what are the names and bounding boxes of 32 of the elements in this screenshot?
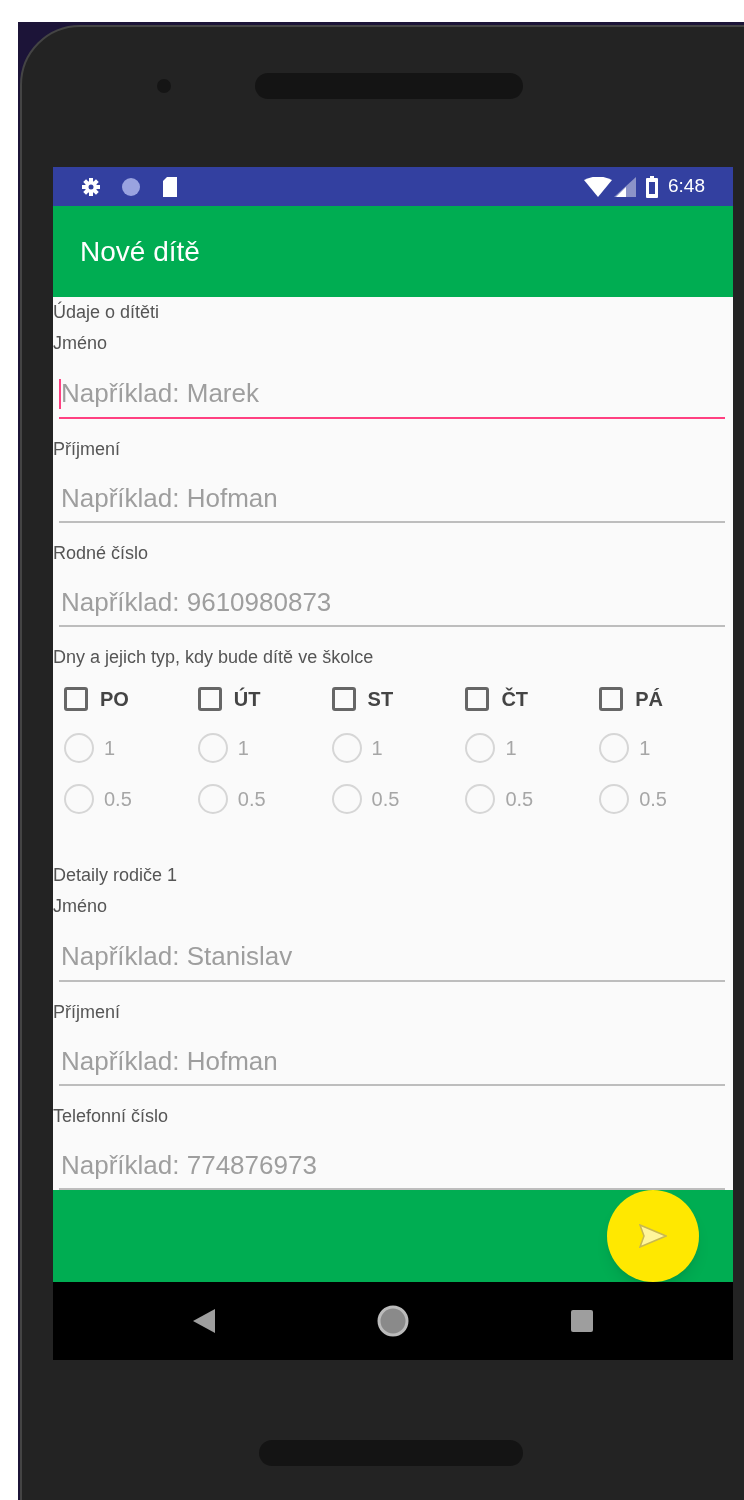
send-icon [639, 1224, 667, 1248]
day-checkbox[interactable]: ÚT [197, 676, 261, 722]
gear-icon [81, 176, 101, 197]
day-checkbox[interactable]: ČT [465, 676, 529, 722]
screen-title: Nové dítě [80, 234, 200, 269]
text-cursor [59, 379, 61, 409]
sd-card-icon [161, 175, 179, 198]
field-label: Jméno [53, 332, 108, 355]
text-field[interactable]: Například: 9610980873 [59, 569, 725, 627]
text-field[interactable]: Například: Marek [59, 359, 725, 419]
text-field[interactable]: Například: 774876973 [59, 1132, 725, 1190]
battery-icon [646, 175, 658, 198]
back-icon[interactable] [193, 1309, 215, 1333]
circle-icon [121, 176, 141, 197]
field-label: Jméno [53, 895, 108, 918]
field-label: Příjmení [53, 438, 121, 461]
text-field[interactable]: Například: Hofman [59, 1028, 725, 1086]
field-label: Rodné číslo [53, 542, 149, 565]
section-label: Dny a jejich typ, kdy bude dítě ve školce [53, 646, 374, 669]
section-heading: Údaje o dítěti [53, 300, 160, 324]
field-label: Telefonní číslo [53, 1105, 169, 1128]
day-checkbox[interactable]: ST [331, 676, 394, 722]
signal-icon [614, 176, 636, 197]
field-label: Příjmení [53, 1001, 121, 1024]
wifi-icon [584, 176, 612, 197]
text-field[interactable]: Například: Stanislav [59, 922, 725, 982]
section-heading: Detaily rodiče 1 [53, 864, 178, 887]
day-checkbox[interactable]: PO [64, 676, 129, 722]
clock-time: 6:48 [668, 174, 705, 199]
day-checkbox[interactable]: PÁ [599, 676, 663, 722]
text-field[interactable]: Například: Hofman [59, 465, 725, 523]
home-icon[interactable] [377, 1305, 409, 1337]
